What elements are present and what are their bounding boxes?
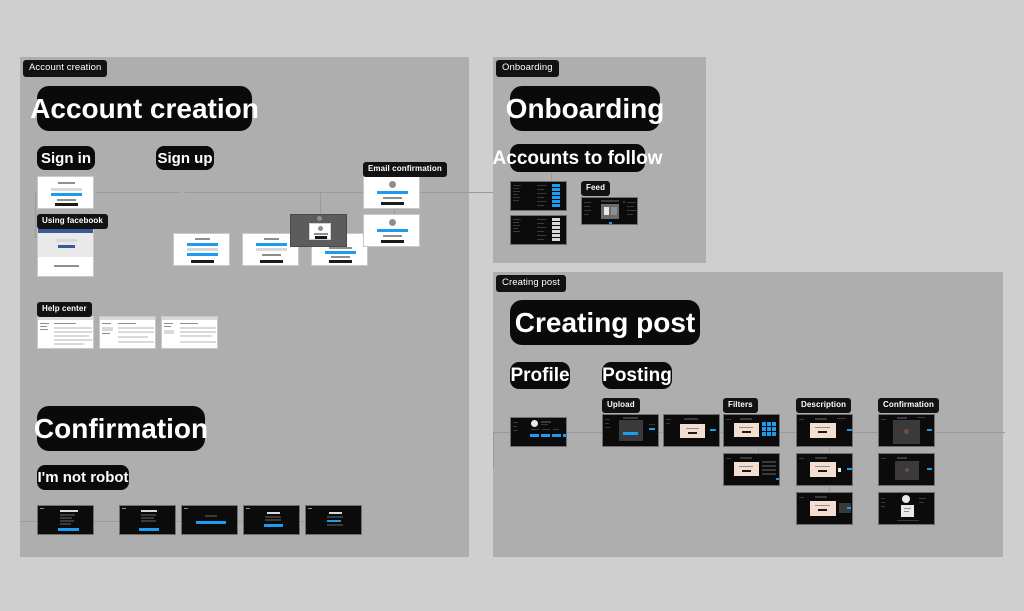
label-sign-up[interactable]: Sign up xyxy=(156,146,214,170)
flow-board: Account creation Account creation Sign i… xyxy=(0,0,1024,611)
thumb-robot-2[interactable] xyxy=(119,505,176,535)
chip-help-center[interactable]: Help center xyxy=(37,302,92,317)
thumb-filters-2[interactable] xyxy=(723,453,780,486)
thumb-robot-5[interactable] xyxy=(305,505,362,535)
thumb-sign-in-screen[interactable] xyxy=(37,176,94,209)
chip-filters[interactable]: Filters xyxy=(723,398,758,413)
title-onboarding[interactable]: Onboarding xyxy=(506,86,664,131)
thumb-help-center-1[interactable] xyxy=(37,316,94,349)
thumb-post-confirmation-1[interactable] xyxy=(878,414,935,447)
label-posting[interactable]: Posting xyxy=(602,362,672,389)
thumb-robot-4[interactable] xyxy=(243,505,300,535)
chip-description[interactable]: Description xyxy=(796,398,852,413)
connector xyxy=(35,192,36,237)
thumb-sign-up-screen[interactable] xyxy=(173,233,230,266)
title-creating-post[interactable]: Creating post xyxy=(510,300,700,345)
thumb-accounts-to-follow-1[interactable] xyxy=(510,181,567,211)
thumb-post-confirmation-3[interactable] xyxy=(878,492,935,525)
thumb-description-2[interactable] xyxy=(796,453,853,486)
thumb-profile[interactable] xyxy=(510,417,567,447)
chip-email-confirmation[interactable]: Email confirmation xyxy=(363,162,447,177)
title-account-creation[interactable]: Account creation xyxy=(30,86,259,131)
frame-creating-post[interactable]: Creating post Creating post Profile Post… xyxy=(493,272,1005,557)
thumb-facebook-login[interactable] xyxy=(37,227,94,277)
thumb-email-confirmation-2[interactable] xyxy=(363,214,420,247)
frame-onboarding[interactable]: Onboarding Onboarding Accounts to follow xyxy=(493,57,706,263)
thumb-help-center-2[interactable] xyxy=(99,316,156,349)
title-confirmation[interactable]: Confirmation xyxy=(34,406,208,451)
label-im-not-robot[interactable]: I'm not robot xyxy=(37,465,129,490)
thumb-email-confirmation-1[interactable] xyxy=(363,176,420,209)
chip-upload[interactable]: Upload xyxy=(602,398,640,413)
chip-using-facebook[interactable]: Using facebook xyxy=(37,214,108,229)
thumb-post-confirmation-2[interactable] xyxy=(878,453,935,486)
frame-tag-creating-post[interactable]: Creating post xyxy=(496,275,566,292)
thumb-robot-3[interactable] xyxy=(181,505,238,535)
thumb-feed[interactable] xyxy=(581,197,638,225)
thumb-accounts-to-follow-2[interactable] xyxy=(510,215,567,245)
chip-feed[interactable]: Feed xyxy=(581,181,611,196)
label-sign-in[interactable]: Sign in xyxy=(37,146,95,170)
thumb-robot-1[interactable] xyxy=(37,505,94,535)
thumb-captcha-modal[interactable] xyxy=(290,214,347,247)
label-profile[interactable]: Profile xyxy=(510,362,570,389)
frame-tag-account-creation[interactable]: Account creation xyxy=(23,60,108,77)
thumb-description-3[interactable] xyxy=(796,492,853,525)
frame-account-creation[interactable]: Account creation Account creation Sign i… xyxy=(20,57,605,557)
connector xyxy=(493,432,494,467)
thumb-help-center-3[interactable] xyxy=(161,316,218,349)
thumb-upload-2[interactable] xyxy=(663,414,720,447)
frame-tag-onboarding[interactable]: Onboarding xyxy=(496,60,559,77)
thumb-upload-1[interactable] xyxy=(602,414,659,447)
thumb-description-1[interactable] xyxy=(796,414,853,447)
label-accounts-to-follow[interactable]: Accounts to follow xyxy=(493,144,662,172)
chip-confirmation[interactable]: Confirmation xyxy=(878,398,939,413)
thumb-filters-1[interactable] xyxy=(723,414,780,447)
connector xyxy=(95,192,180,193)
